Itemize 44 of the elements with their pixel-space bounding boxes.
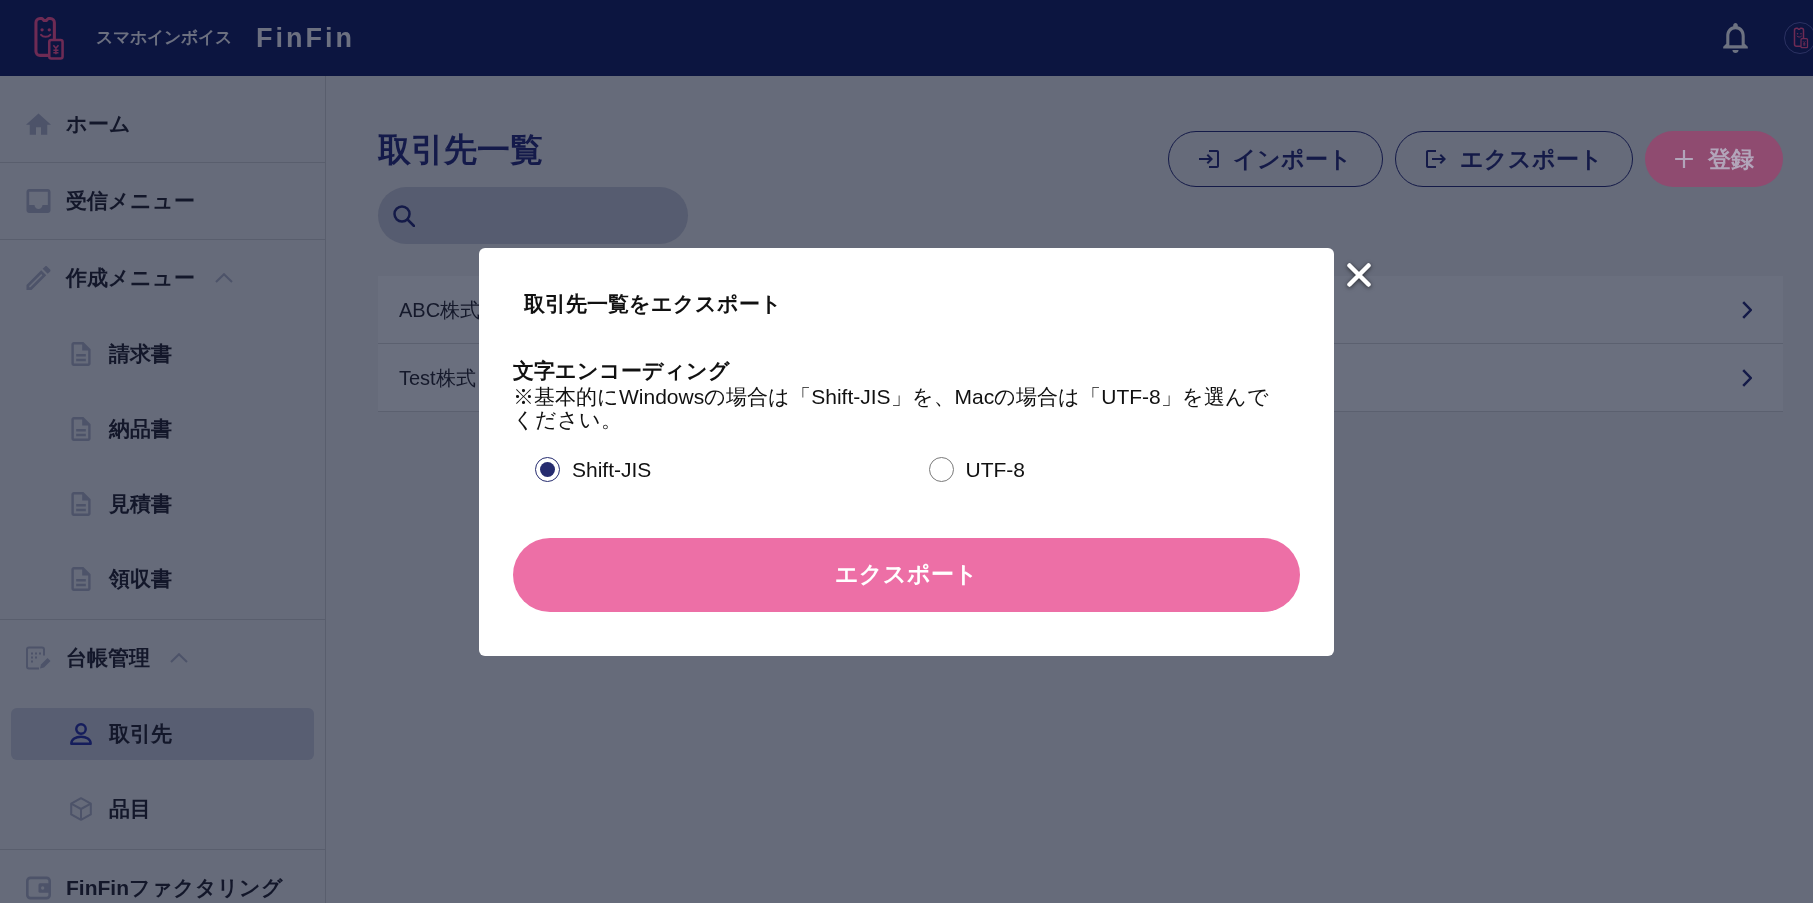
sidebar-subitem[interactable]: 取引先 bbox=[11, 707, 314, 760]
arrow-out-of-box-icon bbox=[1425, 149, 1446, 169]
notepad-pencil-icon bbox=[26, 646, 51, 670]
add-button[interactable]: 登録 bbox=[1645, 131, 1783, 187]
sidebar-subitem[interactable]: 領収書 bbox=[11, 552, 314, 605]
partner-name: ABC株式 bbox=[399, 297, 481, 323]
pencil-icon bbox=[26, 266, 51, 290]
document-icon bbox=[70, 416, 92, 441]
app-name: スマホインボイス bbox=[96, 27, 232, 50]
wallet-icon bbox=[26, 876, 51, 900]
search-field[interactable] bbox=[378, 187, 688, 244]
bell-icon[interactable] bbox=[1723, 23, 1748, 53]
sidebar-item[interactable]: ホーム bbox=[0, 86, 325, 162]
inbox-icon bbox=[26, 189, 51, 213]
radio-label[interactable]: UTF-8 bbox=[965, 453, 1025, 486]
sidebar-item[interactable]: 台帳管理 bbox=[0, 620, 325, 696]
sidebar-subitem[interactable]: 見積書 bbox=[11, 477, 314, 530]
encoding-note: ※基本的にWindowsの場合は「Shift-JIS」を、Macの場合は「UTF-8」を選んでください。 bbox=[513, 384, 1270, 432]
arrow-into-box-icon bbox=[1199, 149, 1219, 169]
dialog-title: 取引先一覧をエクスポート bbox=[523, 291, 783, 316]
logo-icon bbox=[33, 16, 65, 60]
home-icon bbox=[26, 112, 51, 136]
sidebar-subitem[interactable]: 納品書 bbox=[11, 402, 314, 455]
sidebar-item[interactable]: 受信メニュー bbox=[0, 163, 325, 239]
sidebar-item[interactable]: FinFinファクタリング bbox=[0, 850, 325, 903]
field-label: 文字エンコーディング bbox=[513, 358, 731, 383]
export-submit-button[interactable]: エクスポート bbox=[513, 537, 1300, 612]
brand-name: FinFin bbox=[256, 21, 355, 55]
search-icon bbox=[393, 204, 415, 227]
plus-icon bbox=[1674, 149, 1694, 169]
page-title: 取引先一覧 bbox=[378, 130, 543, 170]
sidebar-subitem[interactable]: 請求書 bbox=[11, 327, 314, 380]
user-icon bbox=[70, 721, 92, 746]
document-icon bbox=[70, 341, 92, 366]
sidebar-subitem[interactable]: 品目 bbox=[11, 782, 314, 835]
chevron-right-icon bbox=[1742, 300, 1752, 319]
cube-icon bbox=[70, 796, 92, 821]
radio-label[interactable]: Shift-JIS bbox=[572, 453, 652, 486]
chevron-right-icon bbox=[1742, 368, 1752, 387]
document-icon bbox=[70, 491, 92, 516]
close-icon[interactable] bbox=[1347, 262, 1371, 287]
sidebar-item[interactable]: 作成メニュー bbox=[0, 240, 325, 316]
partner-name: Test株式 bbox=[399, 365, 476, 391]
document-icon bbox=[70, 566, 92, 591]
